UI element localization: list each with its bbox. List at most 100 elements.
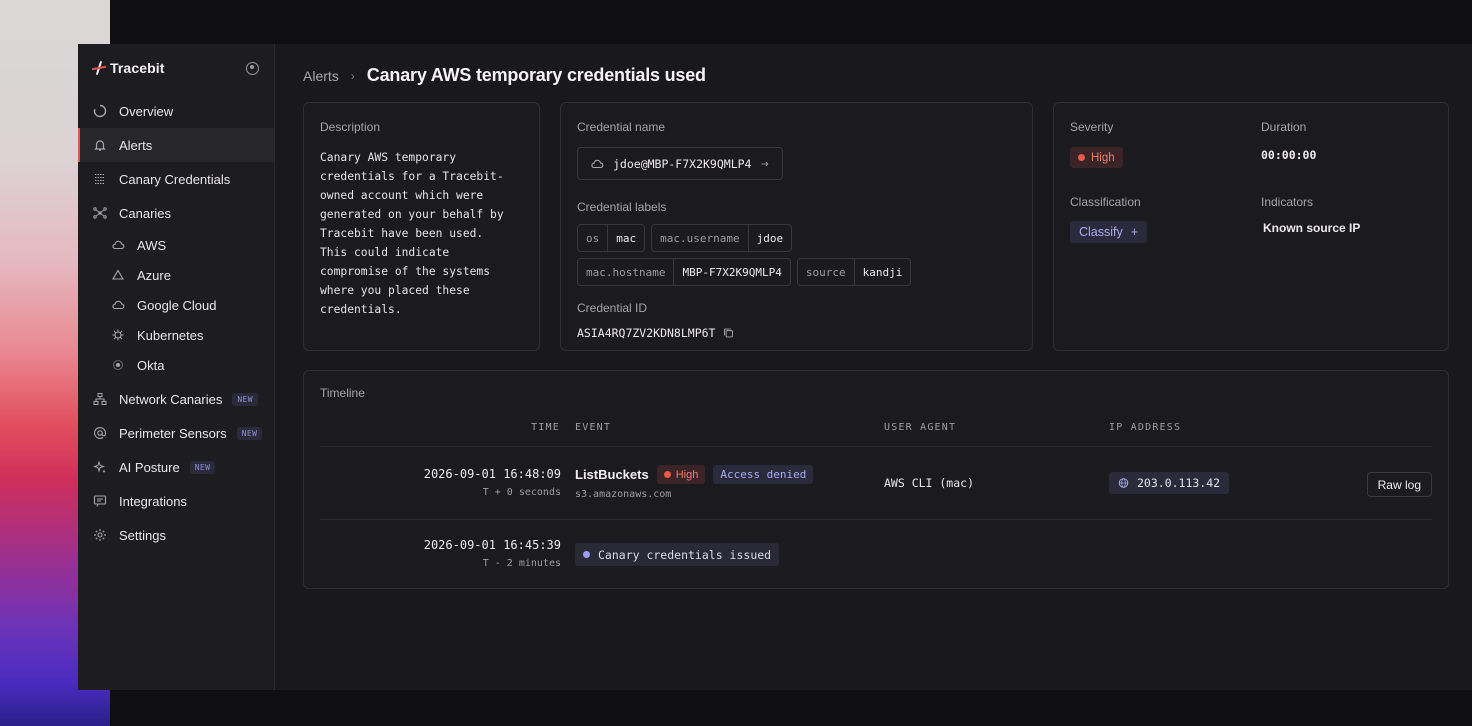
column-header-event: EVENT: [575, 422, 612, 433]
duration-label: Duration: [1261, 120, 1307, 134]
description-line: Canary AWS temporary: [320, 151, 457, 164]
summary-card: Severity High Duration 00:00:00 Classifi…: [1053, 102, 1449, 351]
credential-card: Credential name jdoe@MBP-F7X2K9QMLP4 Cre…: [560, 102, 1033, 351]
severity-section: Severity High: [1070, 120, 1123, 168]
indicators-section: Indicators Known source IP: [1261, 195, 1360, 235]
user-agent: AWS CLI (mac): [884, 476, 975, 490]
sidebar-item-label: Settings: [119, 527, 166, 543]
sidebar-item-perimeter-sensors[interactable]: Perimeter Sensors NEW: [78, 416, 274, 450]
divider: [320, 446, 1432, 447]
sidebar-nav: Overview Alerts Canary Credentials Canar…: [78, 94, 274, 552]
user-account-icon[interactable]: [246, 62, 259, 75]
sidebar-item-integrations[interactable]: Integrations: [78, 484, 274, 518]
event-cell: ListBuckets High Access denied: [575, 465, 814, 484]
sidebar-item-overview[interactable]: Overview: [78, 94, 274, 128]
overview-spinner-icon: [93, 104, 107, 118]
description-line: credentials.: [320, 303, 402, 316]
globe-icon: [1118, 478, 1129, 489]
sidebar: Tracebit Overview Alerts Canary Credenti…: [78, 44, 275, 690]
sidebar-item-label: Google Cloud: [137, 297, 217, 313]
severity-dot-icon: [1078, 154, 1085, 161]
at-sign-icon: [93, 426, 107, 440]
label-key: os: [578, 225, 609, 251]
classify-button-label: Classify: [1079, 225, 1123, 239]
label-value: kandji: [862, 265, 903, 279]
sidebar-item-azure[interactable]: Azure: [78, 260, 274, 290]
credential-id: ASIA4RQ7ZV2KDN8LMP6T: [577, 326, 716, 340]
credential-name: jdoe@MBP-F7X2K9QMLP4: [613, 156, 752, 171]
sidebar-item-kubernetes[interactable]: Kubernetes: [78, 320, 274, 350]
network-tree-icon: [93, 392, 107, 406]
credential-name-label: Credential name: [577, 120, 666, 134]
page-title: Canary AWS temporary credentials used: [366, 65, 706, 85]
sidebar-item-canary-credentials[interactable]: Canary Credentials: [78, 162, 274, 196]
sidebar-item-label: AWS: [137, 237, 167, 253]
severity-value: High: [675, 468, 699, 481]
raw-log-button[interactable]: Raw log: [1366, 472, 1432, 497]
description-line: Tracebit have been used.: [320, 227, 484, 240]
sidebar-item-label: Alerts: [119, 137, 153, 153]
sidebar-item-settings[interactable]: Settings: [78, 518, 274, 552]
event-issued-badge: Canary credentials issued: [575, 543, 780, 566]
sidebar-item-label: Canary Credentials: [119, 171, 231, 187]
credential-name-link[interactable]: jdoe@MBP-F7X2K9QMLP4: [577, 147, 784, 180]
network-nodes-icon: [93, 206, 107, 220]
severity-badge: High: [1070, 147, 1123, 168]
copy-icon[interactable]: [723, 328, 734, 339]
credential-id-label: Credential ID: [577, 301, 648, 315]
description-label: Description: [320, 120, 381, 134]
label-value: jdoe: [756, 231, 784, 245]
timeline-label: Timeline: [320, 386, 365, 400]
column-header-time: TIME: [531, 422, 560, 433]
sidebar-item-label: AI Posture: [119, 459, 180, 475]
credential-label-chip: source kandji: [796, 258, 912, 286]
table-icon: [93, 172, 107, 186]
breadcrumb-alerts-link[interactable]: Alerts: [303, 68, 339, 84]
sidebar-item-canaries[interactable]: Canaries: [78, 196, 274, 230]
sidebar-item-google-cloud[interactable]: Google Cloud: [78, 290, 274, 320]
sidebar-item-label: Azure: [137, 267, 171, 283]
sidebar-item-okta[interactable]: Okta: [78, 350, 274, 380]
table-row: 2026-09-01 16:48:09 T + 0 seconds: [320, 467, 561, 507]
credential-label-chip: mac.username jdoe: [651, 224, 793, 252]
app-window: Tracebit Overview Alerts Canary Credenti…: [78, 44, 1472, 690]
label-key: source: [798, 259, 855, 285]
sidebar-item-aws[interactable]: AWS: [78, 230, 274, 260]
cloud-icon: [590, 157, 604, 171]
description-line: where you placed these: [320, 284, 470, 297]
new-badge: NEW: [189, 460, 216, 474]
column-header-user-agent: USER AGENT: [884, 422, 957, 433]
okta-circle-icon: [111, 358, 125, 372]
row-offset: T - 2 minutes: [482, 558, 561, 569]
sidebar-item-label: Okta: [137, 357, 165, 373]
indicator-value: Known source IP: [1263, 221, 1361, 235]
new-badge: NEW: [236, 426, 263, 440]
row-time: 2026-09-01 16:45:39: [423, 538, 561, 552]
severity-label: Severity: [1070, 120, 1114, 134]
sidebar-item-alerts[interactable]: Alerts: [78, 128, 274, 162]
new-badge: NEW: [232, 392, 258, 406]
credential-labels-row: mac.hostname MBP-F7X2K9QMLP4 source kandji: [577, 258, 1016, 286]
credential-label-chip: os mac: [577, 224, 646, 252]
breadcrumb-separator: ›: [350, 68, 355, 83]
indicators-label: Indicators: [1261, 195, 1314, 209]
description-line: generated on your behalf by: [320, 208, 504, 221]
tracebit-logo-icon: [92, 61, 106, 75]
timeline-card: Timeline TIME EVENT USER AGENT IP ADDRES…: [303, 370, 1449, 589]
divider: [320, 519, 1432, 520]
sidebar-item-label: Network Canaries: [119, 391, 223, 407]
cloud-icon: [111, 298, 125, 312]
description-line: compromise of the systems: [320, 265, 491, 278]
sidebar-item-ai-posture[interactable]: AI Posture NEW: [78, 450, 274, 484]
event-name: ListBuckets: [575, 467, 649, 482]
sidebar-item-network-canaries[interactable]: Network Canaries NEW: [78, 382, 274, 416]
credential-labels-label: Credential labels: [577, 200, 667, 214]
bell-icon: [93, 138, 107, 152]
duration-value: 00:00:00: [1261, 148, 1317, 162]
ip-address-badge[interactable]: 203.0.113.42: [1109, 472, 1230, 494]
label-value: mac: [616, 231, 637, 245]
event-source: s3.amazonaws.com: [575, 489, 672, 500]
classify-button[interactable]: Classify +: [1070, 221, 1148, 243]
label-key: mac.hostname: [578, 259, 675, 285]
brand-logo[interactable]: Tracebit: [92, 60, 165, 76]
